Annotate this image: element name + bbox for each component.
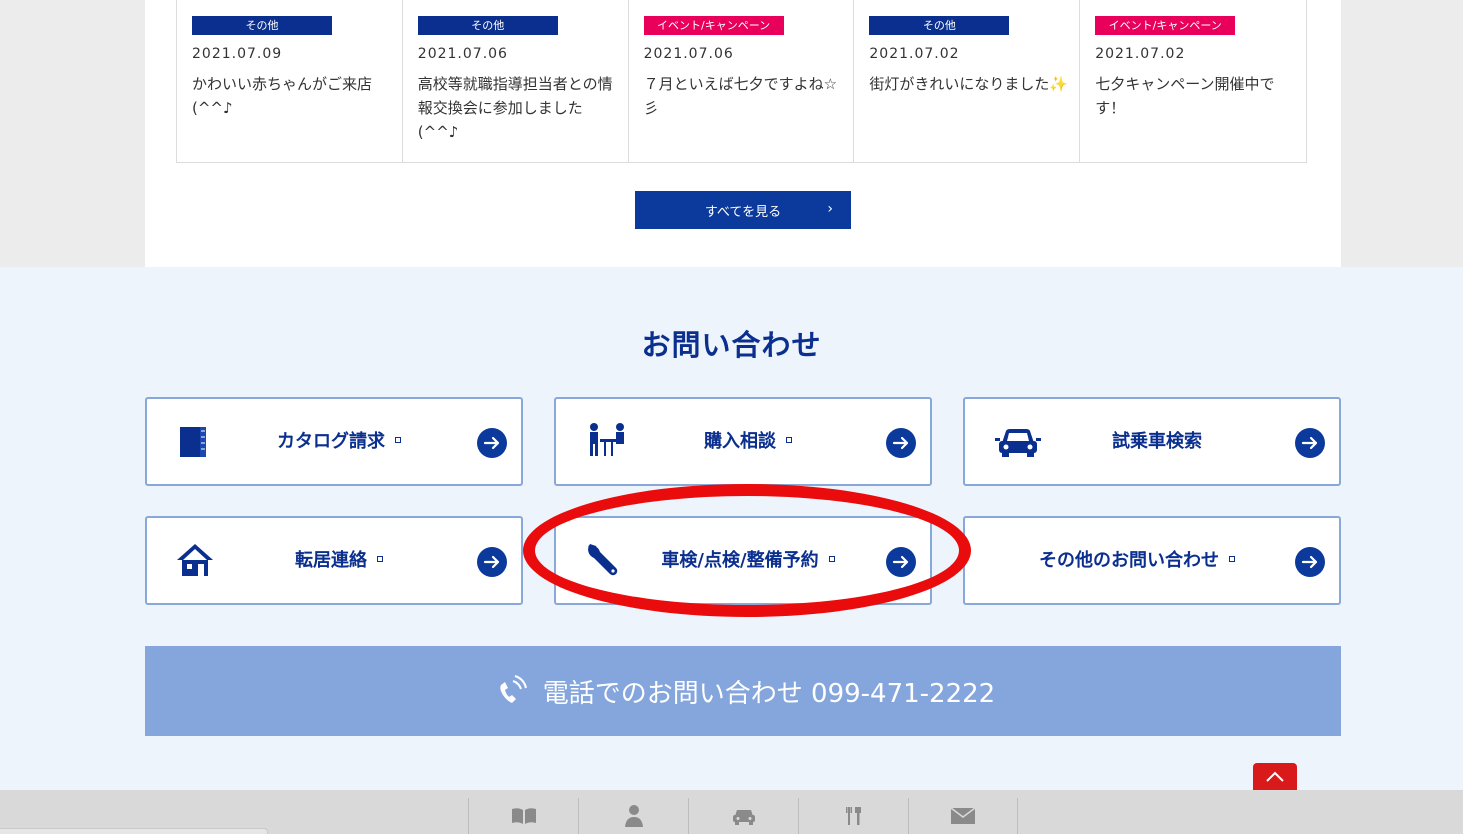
news-card[interactable]: イベント/キャンペーン 2021.07.06 ７月といえば七夕ですよね☆彡 xyxy=(629,0,855,162)
other-inquiry-button[interactable]: その他のお問い合わせ xyxy=(963,516,1341,605)
chevron-up-icon xyxy=(1266,771,1284,782)
car-icon xyxy=(732,810,755,825)
purchase-consultation-label: 購入相談 xyxy=(704,431,776,452)
nav-service[interactable] xyxy=(798,798,908,834)
test-drive-search-button[interactable]: 試乗車検索 xyxy=(963,397,1341,486)
news-date: 2021.07.02 xyxy=(869,46,960,62)
news-title[interactable]: 街灯がきれいになりました✨ xyxy=(869,72,1069,96)
contact-title: お問い合わせ xyxy=(641,328,822,362)
other-inquiry-label: その他のお問い合わせ xyxy=(1039,550,1219,571)
news-date: 2021.07.06 xyxy=(643,46,734,62)
arrow-right-circle-icon xyxy=(477,547,507,577)
external-link-icon xyxy=(1229,556,1235,562)
back-to-top-button[interactable] xyxy=(1253,763,1297,791)
arrow-right-circle-icon xyxy=(886,428,916,458)
external-link-icon xyxy=(786,437,792,443)
arrow-right-circle-icon xyxy=(1295,428,1325,458)
consultation-people-icon xyxy=(590,423,624,456)
arrow-right-circle-icon xyxy=(1295,547,1325,577)
maintenance-reservation-button[interactable]: 車検/点検/整備予約 xyxy=(554,516,932,605)
news-card[interactable]: イベント/キャンペーン 2021.07.02 七夕キャンペーン開催中です！ xyxy=(1080,0,1306,162)
see-all-label: すべてを見る xyxy=(704,204,782,220)
book-icon xyxy=(511,808,536,824)
catalog-request-label: カタログ請求 xyxy=(277,431,385,452)
chevron-right-icon: › xyxy=(827,201,833,217)
purchase-consultation-button[interactable]: 購入相談 xyxy=(554,397,932,486)
news-date: 2021.07.09 xyxy=(192,46,283,62)
news-card[interactable]: その他 2021.07.09 かわいい赤ちゃんがご来店(^^♪ xyxy=(177,0,403,162)
phone-inquiry-bar[interactable]: 電話でのお問い合わせ 099-471-2222 xyxy=(145,646,1341,736)
see-all-button[interactable]: すべてを見る › xyxy=(635,191,851,229)
house-icon xyxy=(177,544,213,576)
news-date: 2021.07.06 xyxy=(417,46,508,62)
external-link-icon xyxy=(828,556,835,562)
mail-icon xyxy=(950,807,976,824)
news-tag: その他 xyxy=(417,16,558,35)
news-title[interactable]: 高校等就職指導担当者との情報交換会に参加しました(^^♪ xyxy=(418,72,618,144)
news-card[interactable]: その他 2021.07.02 街灯がきれいになりました✨ xyxy=(854,0,1081,162)
arrow-right-circle-icon xyxy=(477,428,507,458)
external-link-icon xyxy=(395,437,401,443)
nav-mail[interactable] xyxy=(908,798,1018,834)
moving-notice-button[interactable]: 転居連絡 xyxy=(145,516,523,605)
nav-cars[interactable] xyxy=(688,798,798,834)
test-drive-search-label: 試乗車検索 xyxy=(1112,431,1202,452)
external-link-icon xyxy=(377,556,383,562)
maintenance-reservation-label: 車検/点検/整備予約 xyxy=(661,550,819,571)
catalog-book-icon xyxy=(180,427,206,457)
moving-notice-label: 転居連絡 xyxy=(295,550,367,571)
chat-tab[interactable] xyxy=(0,828,268,834)
nav-catalog[interactable] xyxy=(468,798,578,834)
news-title[interactable]: ７月といえば七夕ですよね☆彡 xyxy=(644,72,844,120)
nav-staff[interactable] xyxy=(578,798,688,834)
news-tag: イベント/キャンペーン xyxy=(643,16,784,35)
news-date: 2021.07.02 xyxy=(1095,46,1186,62)
news-list: その他 2021.07.09 かわいい赤ちゃんがご来店(^^♪ その他 2021… xyxy=(176,0,1307,163)
wrench-icon xyxy=(588,544,618,576)
news-title[interactable]: 七夕キャンペーン開催中です！ xyxy=(1095,72,1295,120)
news-tag: その他 xyxy=(869,16,1010,35)
news-tag: その他 xyxy=(192,16,332,35)
arrow-right-circle-icon xyxy=(886,547,916,577)
tools-icon xyxy=(845,807,861,825)
phone-icon xyxy=(500,675,527,703)
person-icon xyxy=(624,805,643,827)
news-card[interactable]: その他 2021.07.06 高校等就職指導担当者との情報交換会に参加しました(… xyxy=(403,0,629,162)
news-tag: イベント/キャンペーン xyxy=(1095,16,1236,35)
news-title[interactable]: かわいい赤ちゃんがご来店(^^♪ xyxy=(192,72,392,120)
catalog-request-button[interactable]: カタログ請求 xyxy=(145,397,523,486)
phone-inquiry-text: 電話でのお問い合わせ 099-471-2222 xyxy=(542,678,996,709)
